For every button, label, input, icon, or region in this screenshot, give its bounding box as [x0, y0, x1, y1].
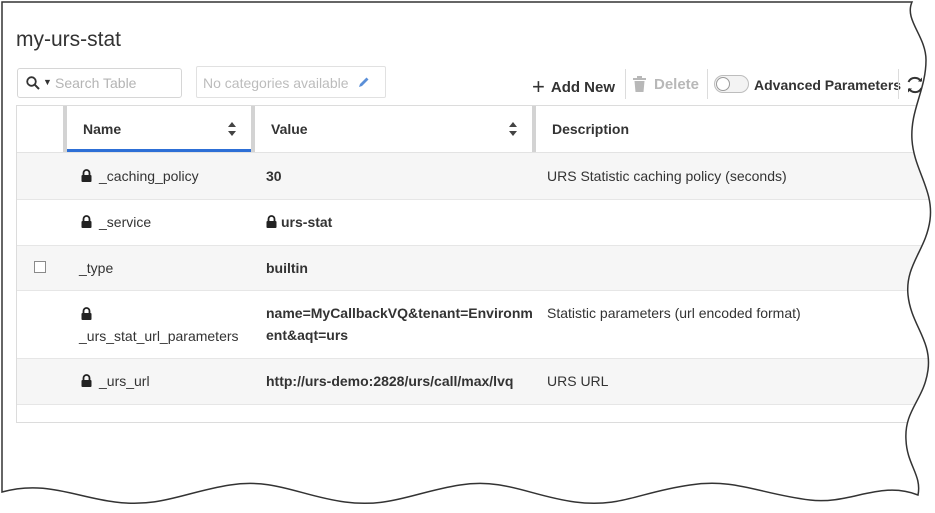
torn-edge-frame [0, 0, 935, 513]
